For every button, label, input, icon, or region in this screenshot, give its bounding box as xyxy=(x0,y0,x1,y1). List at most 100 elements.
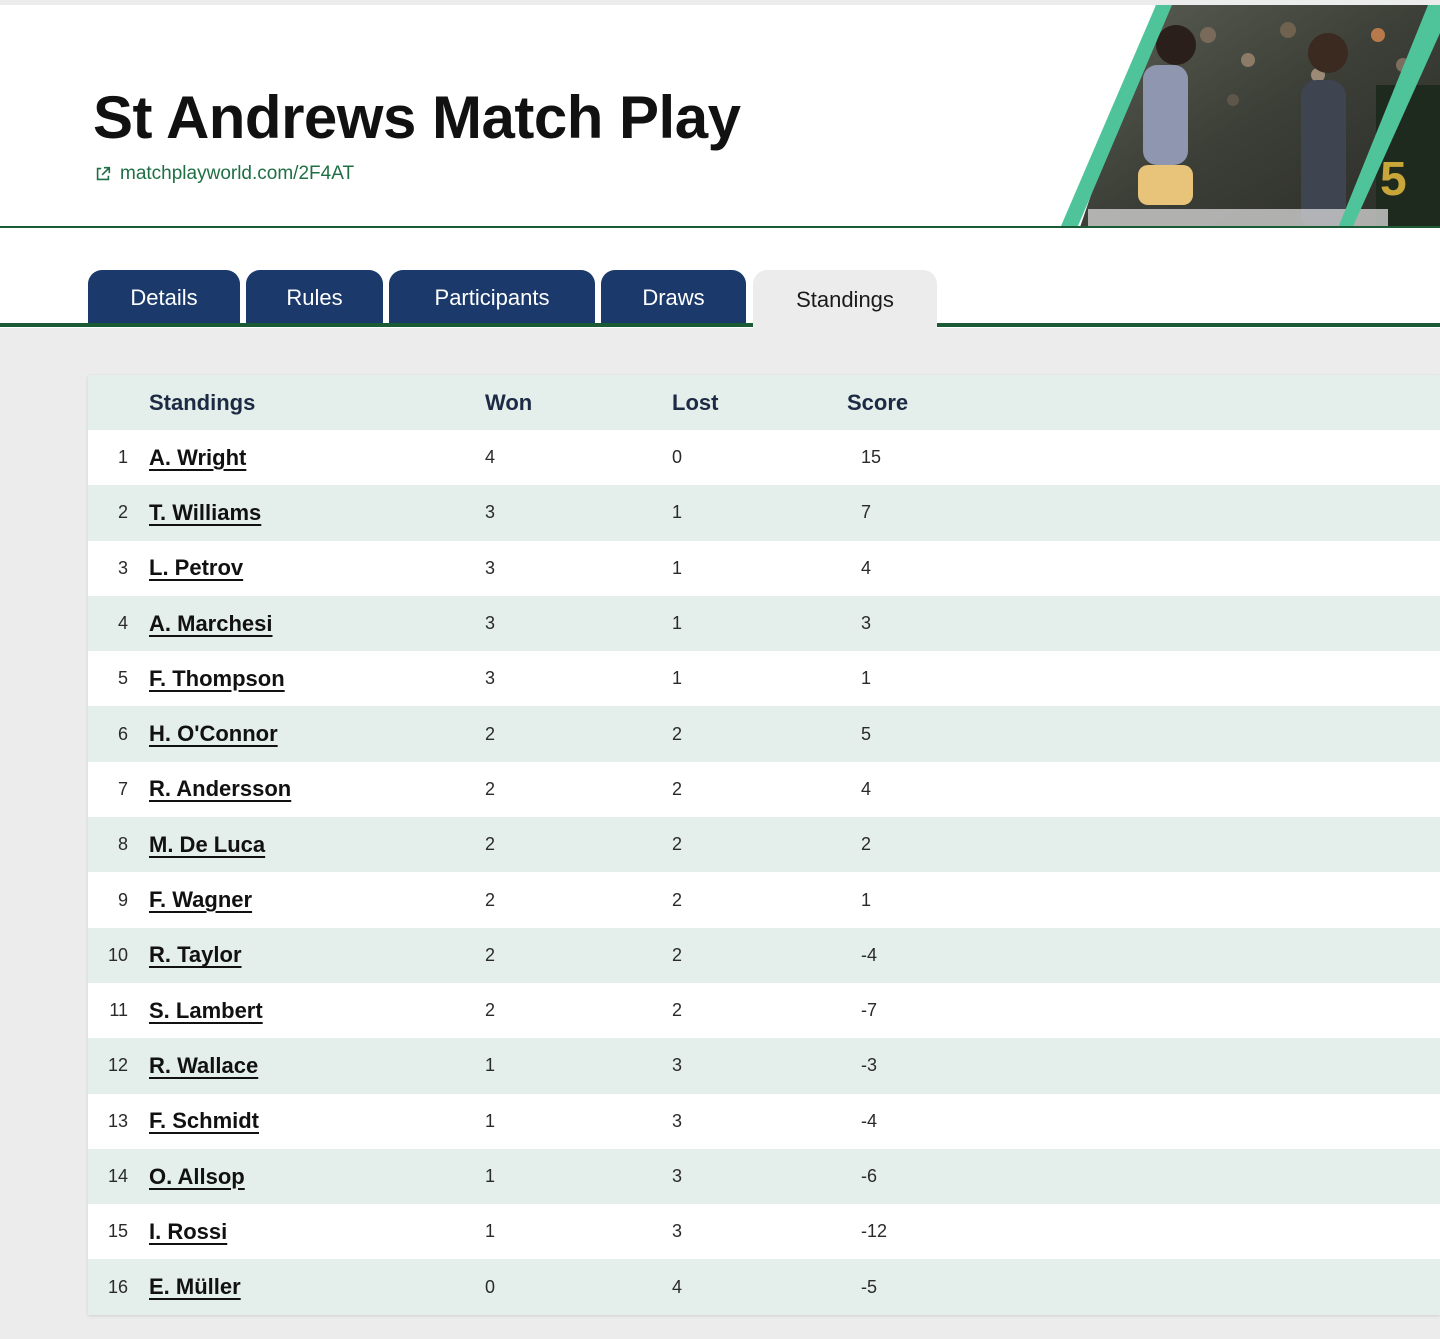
lost-cell: 1 xyxy=(672,557,683,578)
page-header: St Andrews Match Play matchplayworld.com… xyxy=(0,0,1440,228)
table-row: 1 A. Wright 4 0 15 xyxy=(88,430,1440,485)
won-cell: 1 xyxy=(485,1166,496,1186)
external-link-icon xyxy=(96,166,111,181)
won-cell: 2 xyxy=(485,889,496,910)
standings-table: Standings Won Lost Score 1 A. Wright 4 0 15 2… xyxy=(88,375,1440,1315)
player-name-link[interactable]: E. Müller xyxy=(149,1259,241,1314)
won-cell: 2 xyxy=(485,944,496,965)
won-cell: 3 xyxy=(485,613,496,634)
table-row: 14 O. Allsop 1 3 -6 xyxy=(88,1148,1440,1205)
rank-cell: 1 xyxy=(117,447,128,468)
player-name-link[interactable]: O. Allsop xyxy=(149,1149,245,1204)
player-name-link[interactable]: I. Rossi xyxy=(149,1204,227,1259)
player-name-link[interactable]: M. De Luca xyxy=(149,817,265,872)
score-cell: 4 xyxy=(861,557,872,578)
lost-cell: 1 xyxy=(672,613,683,634)
score-cell: -4 xyxy=(861,944,878,965)
player-name-link[interactable]: S. Lambert xyxy=(149,983,263,1038)
col-score: Score xyxy=(847,389,909,415)
tabs-divider xyxy=(0,323,1440,327)
rank-cell: 5 xyxy=(117,668,128,689)
score-cell: 15 xyxy=(861,447,882,468)
table-row: 13 F. Schmidt 1 3 -4 xyxy=(88,1094,1440,1149)
table-row: 8 M. De Luca 2 2 2 xyxy=(88,817,1440,873)
won-cell: 4 xyxy=(485,447,496,468)
score-cell: -3 xyxy=(861,1055,878,1076)
lost-cell: 1 xyxy=(672,668,683,689)
lost-cell: 0 xyxy=(672,447,683,468)
player-name-link[interactable]: A. Wright xyxy=(149,430,246,485)
table-row: 7 R. Andersson 2 2 4 xyxy=(88,762,1440,817)
table-row: 9 F. Wagner 2 2 1 xyxy=(88,872,1440,927)
table-row: 2 T. Williams 3 1 7 xyxy=(88,485,1440,541)
lost-cell: 2 xyxy=(672,778,683,799)
table-row: 11 S. Lambert 2 2 -7 xyxy=(88,983,1440,1038)
won-cell: 3 xyxy=(485,668,496,689)
player-name-link[interactable]: F. Schmidt xyxy=(149,1094,259,1149)
tab-participants[interactable]: Participants xyxy=(389,270,595,326)
lost-cell: 3 xyxy=(672,1110,683,1131)
table-header: Standings Won Lost Score xyxy=(88,375,1440,430)
table-row: 5 F. Thompson 3 1 1 xyxy=(88,651,1440,706)
player-name-link[interactable]: A. Marchesi xyxy=(149,596,273,651)
rank-cell: 14 xyxy=(107,1166,128,1186)
rank-cell: 9 xyxy=(117,889,128,910)
score-cell: 4 xyxy=(861,778,872,799)
page-title: St Andrews Match Play xyxy=(93,84,741,151)
rank-cell: 3 xyxy=(117,557,128,578)
player-name-link[interactable]: F. Thompson xyxy=(149,651,285,706)
score-cell: -5 xyxy=(861,1276,878,1297)
lost-cell: 3 xyxy=(672,1166,683,1186)
lost-cell: 2 xyxy=(672,944,683,965)
table-row: 4 A. Marchesi 3 1 3 xyxy=(88,595,1440,652)
won-cell: 2 xyxy=(485,723,496,744)
table-row: 12 R. Wallace 1 3 -3 xyxy=(88,1038,1440,1094)
hero-photo: 5 xyxy=(1061,5,1440,226)
tab-rules[interactable]: Rules xyxy=(246,270,383,326)
tab-details[interactable]: Details xyxy=(88,270,240,326)
rank-cell: 12 xyxy=(107,1055,128,1076)
col-standings: Standings xyxy=(149,389,256,415)
score-cell: 1 xyxy=(861,889,872,910)
score-cell: -12 xyxy=(861,1221,888,1242)
score-cell: -6 xyxy=(861,1166,878,1186)
won-cell: 1 xyxy=(485,1221,496,1242)
table-row: 16 E. Müller 0 4 -5 xyxy=(88,1259,1440,1315)
lost-cell: 2 xyxy=(672,889,683,910)
rank-cell: 10 xyxy=(107,944,128,965)
share-link[interactable]: matchplayworld.com/2F4AT xyxy=(94,163,354,185)
lost-cell: 2 xyxy=(672,723,683,744)
rank-cell: 8 xyxy=(117,834,128,855)
won-cell: 1 xyxy=(485,1110,496,1131)
player-name-link[interactable]: F. Wagner xyxy=(149,872,252,927)
score-cell: 5 xyxy=(861,723,872,744)
won-cell: 2 xyxy=(485,778,496,799)
tab-draws[interactable]: Draws xyxy=(601,270,746,326)
player-name-link[interactable]: H. O'Connor xyxy=(149,706,278,761)
player-name-link[interactable]: R. Wallace xyxy=(149,1038,258,1093)
table-row: 6 H. O'Connor 2 2 5 xyxy=(88,706,1440,762)
table-row: 15 I. Rossi 1 3 -12 xyxy=(88,1204,1440,1259)
score-cell: 7 xyxy=(861,502,872,523)
rank-cell: 4 xyxy=(117,613,128,634)
rank-cell: 16 xyxy=(107,1276,128,1297)
player-name-link[interactable]: R. Andersson xyxy=(149,762,291,817)
rank-cell: 13 xyxy=(107,1110,128,1131)
lost-cell: 3 xyxy=(672,1055,683,1076)
player-name-link[interactable]: T. Williams xyxy=(149,485,261,540)
share-link-text: matchplayworld.com/2F4AT xyxy=(120,163,355,184)
won-cell: 2 xyxy=(485,1000,496,1021)
score-cell: -4 xyxy=(861,1110,878,1131)
won-cell: 2 xyxy=(485,834,496,855)
lost-cell: 1 xyxy=(672,502,683,523)
rank-cell: 7 xyxy=(117,778,128,799)
score-cell: -7 xyxy=(861,1000,878,1021)
col-won: Won xyxy=(485,389,533,415)
rank-cell: 15 xyxy=(107,1221,128,1242)
won-cell: 1 xyxy=(485,1055,496,1076)
tab-standings[interactable]: Standings xyxy=(753,270,937,330)
score-cell: 3 xyxy=(861,613,872,634)
player-name-link[interactable]: R. Taylor xyxy=(149,928,242,983)
svg-text:5: 5 xyxy=(1380,153,1407,206)
player-name-link[interactable]: L. Petrov xyxy=(149,541,243,596)
